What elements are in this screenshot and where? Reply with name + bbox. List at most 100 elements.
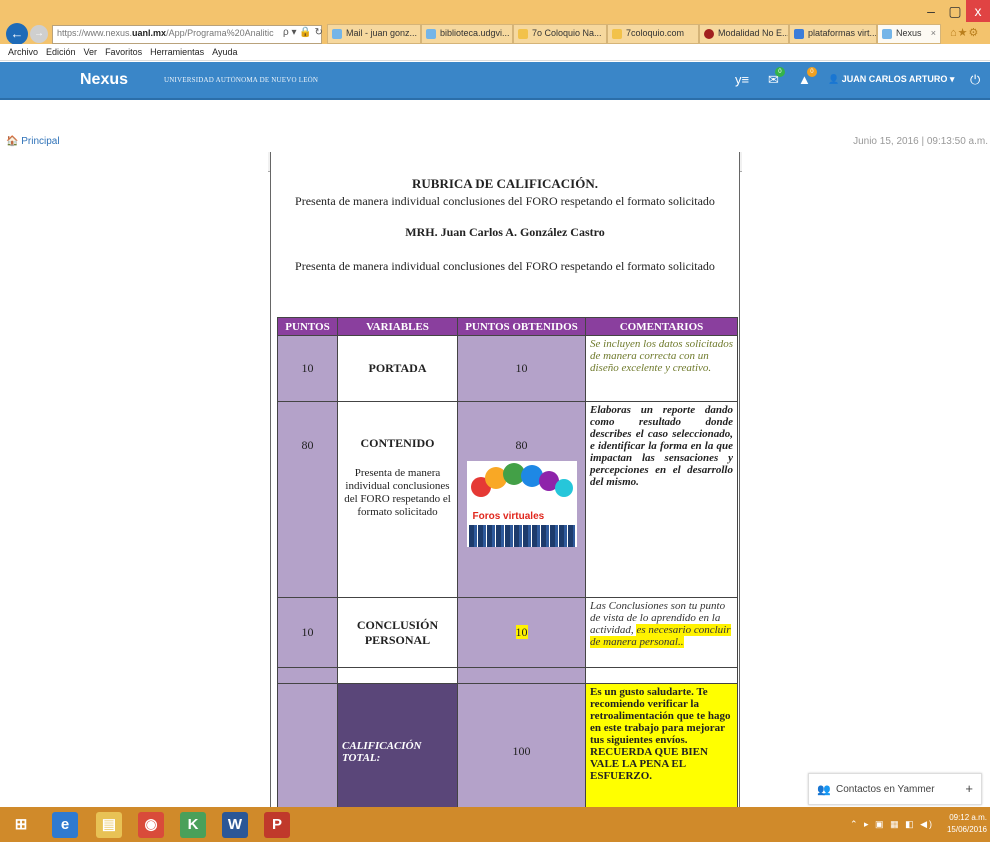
current-datetime: Junio 15, 2016 | 09:13:50 a.m. xyxy=(853,136,988,147)
brand-logo[interactable]: Nexus xyxy=(80,71,128,89)
obtenidos-cell: 10 xyxy=(457,597,586,668)
variable-label: CONTENIDO xyxy=(360,436,435,450)
address-tools-icons[interactable]: ρ ▾ 🔒 ↻ xyxy=(283,27,323,38)
document-subtitle-repeat: Presenta de manera individual conclusion… xyxy=(295,259,715,273)
tab-label: plataformas virt... xyxy=(808,28,877,38)
comentario-cell: Elaboras un reporte dando como resultado… xyxy=(585,401,738,598)
spacer-cell xyxy=(457,667,586,684)
tab-plataformas[interactable]: plataformas virt... xyxy=(789,24,877,44)
menu-ayuda[interactable]: Ayuda xyxy=(212,44,237,60)
speech-bubble-icon xyxy=(554,479,573,497)
table-row: 10 PORTADA 10 Se incluyen los datos soli… xyxy=(277,335,738,402)
powerpoint-icon[interactable]: P xyxy=(264,812,290,838)
system-tray-icons[interactable]: ⌃ ▸ ▣ ▦ ◧ ◀) xyxy=(850,819,934,830)
tab-label: 7coloquio.com xyxy=(626,28,685,38)
tab-favicon-icon xyxy=(426,29,436,39)
obtenidos-cell: 80 Foros virtuales xyxy=(457,401,586,598)
tab-label: 7o Coloquio Na... xyxy=(532,28,602,38)
internet-explorer-icon[interactable]: e xyxy=(52,812,78,838)
yammer-contacts-panel[interactable]: 👥 Contactos en Yammer + xyxy=(808,773,982,805)
variable-description: Presenta de manera individual conclusion… xyxy=(344,467,451,518)
variable-cell: CONCLUSIÓN PERSONAL xyxy=(337,597,458,668)
power-icon[interactable]: ⏻ xyxy=(970,72,980,88)
menu-ver[interactable]: Ver xyxy=(84,44,98,60)
total-label-cell: CALIFICACIÓN TOTAL: xyxy=(337,683,458,807)
comentario-cell: Las Conclusiones son tu punto de vista d… xyxy=(585,597,738,668)
header-variables: VARIABLES xyxy=(337,317,458,336)
header-puntos: PUNTOS xyxy=(277,317,338,336)
mail-badge: 0 xyxy=(774,67,785,77)
home-star-gear-icon[interactable]: ⌂★⚙ xyxy=(950,26,979,39)
university-name: UNIVERSIDAD AUTÓNOMA DE NUEVO LEÓN xyxy=(164,76,319,84)
table-header-row: PUNTOS VARIABLES PUNTOS OBTENIDOS COMENT… xyxy=(277,317,738,336)
tab-modalidad[interactable]: Modalidad No E... xyxy=(699,24,789,44)
tab-coloquio[interactable]: 7o Coloquio Na... xyxy=(513,24,607,44)
address-domain: uanl.mx xyxy=(132,28,167,38)
variable-cell: CONTENIDO Presenta de manera individual … xyxy=(337,401,458,598)
close-window-button[interactable]: x xyxy=(966,0,990,22)
total-value-cell: 100 xyxy=(457,683,586,807)
rubric-table: PUNTOS VARIABLES PUNTOS OBTENIDOS COMENT… xyxy=(277,317,738,807)
document-header: RUBRICA DE CALIFICACIÓN. Presenta de man… xyxy=(271,176,739,274)
app-k-icon[interactable]: K xyxy=(180,812,206,838)
address-bar[interactable]: https://www.nexus.uanl.mx/App/Programa%2… xyxy=(52,25,322,44)
clock-time: 09:12 a.m. xyxy=(949,813,987,822)
alert-icon[interactable]: ▲ 0 xyxy=(798,67,817,87)
total-row: CALIFICACIÓN TOTAL: 100 Es un gusto salu… xyxy=(277,683,738,807)
puntos-cell: 10 xyxy=(277,335,338,402)
expand-plus-icon[interactable]: + xyxy=(965,781,973,796)
tab-favicon-icon xyxy=(704,29,714,39)
foros-virtuales-image: Foros virtuales xyxy=(466,461,577,547)
crowd-silhouette-icon xyxy=(468,525,575,547)
tab-7coloquio[interactable]: 7coloquio.com xyxy=(607,24,699,44)
mail-icon[interactable]: ✉ 0 xyxy=(768,67,785,88)
file-explorer-icon[interactable]: ▤ xyxy=(96,812,122,838)
app-header: Nexus UNIVERSIDAD AUTÓNOMA DE NUEVO LEÓN… xyxy=(0,62,990,100)
forward-arrow-icon[interactable]: → xyxy=(30,25,48,43)
menu-edicion[interactable]: Edición xyxy=(46,44,76,60)
tab-favicon-icon xyxy=(612,29,622,39)
tab-favicon-icon xyxy=(794,29,804,39)
tab-mail[interactable]: Mail - juan gonz... xyxy=(327,24,421,44)
total-puntos-cell xyxy=(277,683,338,807)
user-menu[interactable]: 👤 JUAN CARLOS ARTURO ▾ xyxy=(828,74,954,85)
maximize-button[interactable]: ▢ xyxy=(944,0,966,22)
spacer-cell xyxy=(337,667,458,684)
address-prefix: https://www.nexus. xyxy=(57,28,133,38)
table-row: 10 CONCLUSIÓN PERSONAL 10 Las Conclusion… xyxy=(277,597,738,668)
taskbar-clock[interactable]: 09:12 a.m. 15/06/2016 xyxy=(945,812,987,836)
tab-nexus[interactable]: Nexus × xyxy=(877,24,941,44)
document-author: MRH. Juan Carlos A. González Castro xyxy=(405,225,605,239)
menu-archivo[interactable]: Archivo xyxy=(8,44,38,60)
yammer-label: Contactos en Yammer xyxy=(836,784,935,795)
back-arrow-icon[interactable]: ← xyxy=(6,23,28,45)
tab-close-icon[interactable]: × xyxy=(931,28,936,38)
obtenidos-value: 80 xyxy=(515,438,528,452)
puntos-cell: 80 xyxy=(277,401,338,598)
spacer-cell xyxy=(277,667,338,684)
menu-herramientas[interactable]: Herramientas xyxy=(150,44,204,60)
tab-label: Mail - juan gonz... xyxy=(346,28,418,38)
tab-biblioteca[interactable]: biblioteca.udgvi... xyxy=(421,24,513,44)
yammer-icon[interactable]: y≡ xyxy=(735,72,749,87)
breadcrumb-bar: 🏠 Principal Junio 15, 2016 | 09:13:50 a.… xyxy=(0,132,990,152)
windows-taskbar: ⊞ e ▤ ◉ K W P ⌃ ▸ ▣ ▦ ◧ ◀) 09:12 a.m. 15… xyxy=(0,807,990,842)
start-button-icon[interactable]: ⊞ xyxy=(8,812,34,838)
tab-label: biblioteca.udgvi... xyxy=(440,28,510,38)
chrome-icon[interactable]: ◉ xyxy=(138,812,164,838)
clock-date: 15/06/2016 xyxy=(946,825,987,834)
variable-cell: PORTADA xyxy=(337,335,458,402)
minimize-button[interactable]: – xyxy=(920,0,942,22)
obtenidos-cell: 10 xyxy=(457,335,586,402)
header-puntos-obtenidos: PUNTOS OBTENIDOS xyxy=(457,317,586,336)
total-comentario-cell: Es un gusto saludarte. Te recomiendo ver… xyxy=(585,683,738,807)
tab-favicon-icon xyxy=(882,29,892,39)
obtenidos-highlight: 10 xyxy=(515,625,528,639)
tab-label: Modalidad No E... xyxy=(718,28,789,38)
rubric-document: RUBRICA DE CALIFICACIÓN. Presenta de man… xyxy=(270,152,740,807)
word-icon[interactable]: W xyxy=(222,812,248,838)
alert-badge: 0 xyxy=(806,67,817,77)
table-row: 80 CONTENIDO Presenta de manera individu… xyxy=(277,401,738,598)
menu-favoritos[interactable]: Favoritos xyxy=(105,44,142,60)
breadcrumb-principal[interactable]: 🏠 Principal xyxy=(6,136,60,147)
